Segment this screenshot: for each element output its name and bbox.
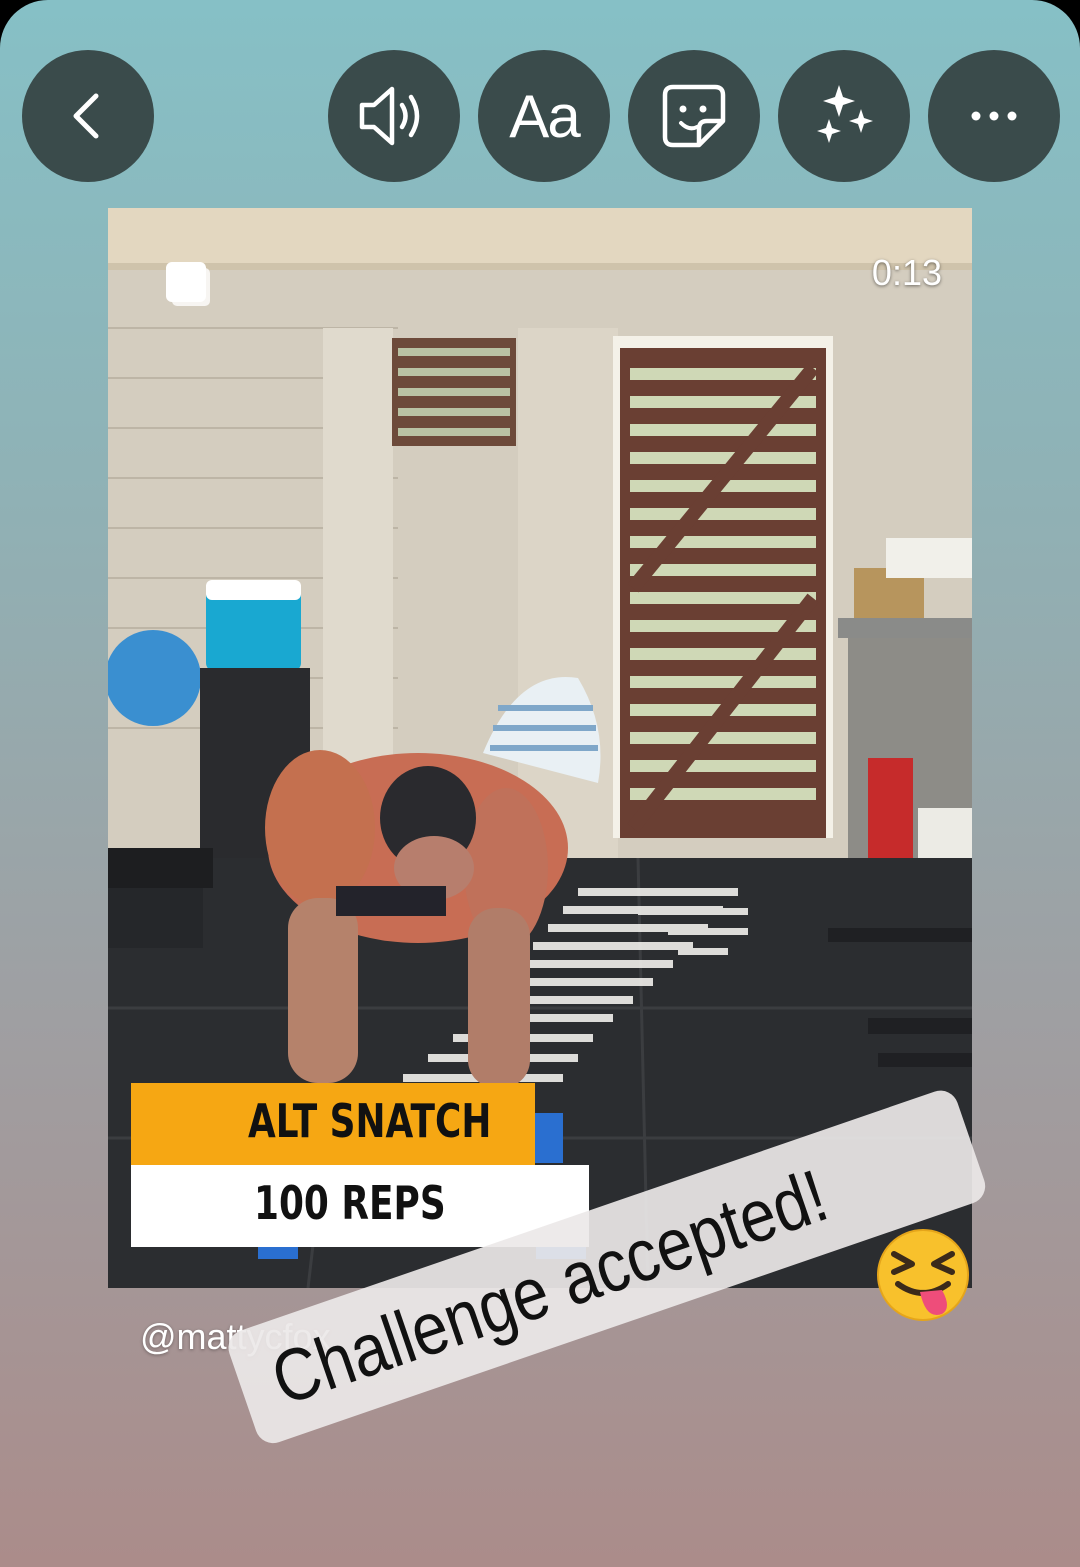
exercise-reps: 100 REPS [254, 1176, 446, 1230]
effects-button[interactable] [778, 50, 910, 182]
squinting-tongue-emoji-icon[interactable] [876, 1228, 970, 1322]
more-icon [971, 111, 1017, 121]
select-square-icon[interactable] [166, 262, 206, 302]
video-timestamp: 0:13 [871, 252, 942, 293]
chevron-left-icon [73, 93, 99, 139]
back-button[interactable] [22, 50, 154, 182]
text-icon: Aa [509, 82, 580, 150]
more-button[interactable] [928, 50, 1060, 182]
sparkles-icon [817, 85, 873, 143]
speaker-icon [359, 86, 420, 146]
sticker-icon [662, 84, 726, 148]
exercise-title: ALT SNATCH [248, 1094, 492, 1148]
story-editor: Aa 0:13 ALT SNATCH 100 REPS Challenge ac… [0, 0, 1080, 1567]
sticker-button[interactable] [628, 50, 760, 182]
text-tool-button[interactable]: Aa [478, 50, 610, 182]
sound-button[interactable] [328, 50, 460, 182]
